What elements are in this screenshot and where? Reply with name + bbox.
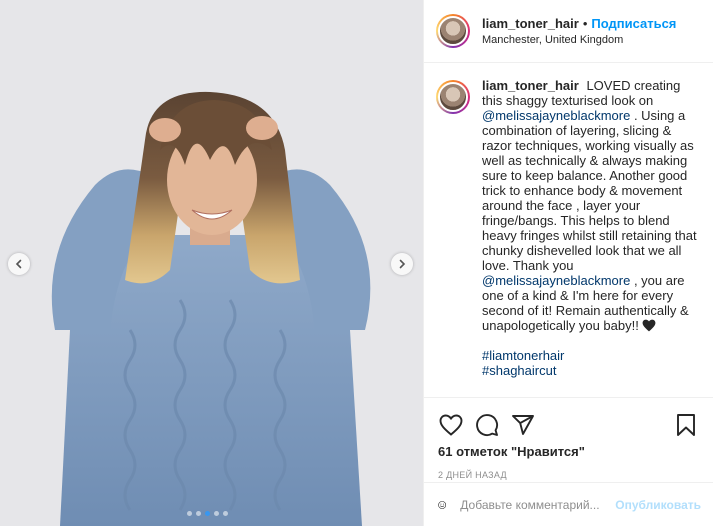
mention-link[interactable]: @melissajayneblackmore <box>482 108 630 123</box>
carousel-dot <box>223 511 228 516</box>
comments-section[interactable]: liam_toner_hair LOVED creating this shag… <box>424 64 713 394</box>
instagram-post: liam_toner_hair • Подписаться Manchester… <box>0 0 713 526</box>
hashtag-link[interactable]: #liamtonerhair <box>482 348 699 363</box>
username-link[interactable]: liam_toner_hair <box>482 16 579 31</box>
emoji-icon[interactable] <box>438 494 447 516</box>
publish-button[interactable]: Опубликовать <box>615 498 701 512</box>
mention-link[interactable]: @melissajayneblackmore <box>482 273 630 288</box>
likes-count[interactable]: 61 отметок "Нравится" <box>438 444 699 459</box>
bookmark-icon <box>677 414 695 436</box>
share-icon <box>512 415 534 435</box>
post-sidebar: liam_toner_hair • Подписаться Manchester… <box>423 0 713 526</box>
comment-button[interactable] <box>474 412 500 438</box>
like-button[interactable] <box>438 412 464 438</box>
chevron-right-icon <box>399 259 406 269</box>
post-actions: 61 отметок "Нравится" 2 ДНЕЙ НАЗАД <box>424 397 713 480</box>
follow-button[interactable]: Подписаться <box>591 16 676 31</box>
save-button[interactable] <box>673 412 699 438</box>
separator-bullet: • <box>582 16 588 31</box>
share-button[interactable] <box>510 412 536 438</box>
caption-username-link[interactable]: liam_toner_hair <box>482 78 579 93</box>
carousel-prev-button[interactable] <box>8 253 30 275</box>
heart-icon <box>439 414 463 436</box>
comment-icon <box>476 414 499 437</box>
post-date[interactable]: 2 ДНЕЙ НАЗАД <box>438 470 699 480</box>
carousel-dot <box>196 511 201 516</box>
caption: liam_toner_hair LOVED creating this shag… <box>436 78 699 378</box>
chevron-left-icon <box>15 259 22 269</box>
post-media[interactable] <box>0 0 423 526</box>
carousel-dot <box>214 511 219 516</box>
caption-avatar[interactable] <box>436 80 470 114</box>
black-heart-icon <box>643 319 656 332</box>
post-header: liam_toner_hair • Подписаться Manchester… <box>424 0 713 63</box>
location-link[interactable]: Manchester, United Kingdom <box>482 34 676 46</box>
carousel-next-button[interactable] <box>391 253 413 275</box>
hashtag-link[interactable]: #shaghaircut <box>482 363 699 378</box>
caption-text-part: . Using a combination of layering, slici… <box>482 108 697 273</box>
avatar[interactable] <box>436 14 470 48</box>
add-comment-bar: Опубликовать <box>424 482 713 526</box>
carousel-dot <box>187 511 192 516</box>
caption-text: liam_toner_hair LOVED creating this shag… <box>482 78 699 378</box>
carousel-dot-active <box>205 511 210 516</box>
post-photo <box>0 0 423 526</box>
comment-input[interactable] <box>460 497 616 512</box>
carousel-indicator <box>187 511 228 516</box>
